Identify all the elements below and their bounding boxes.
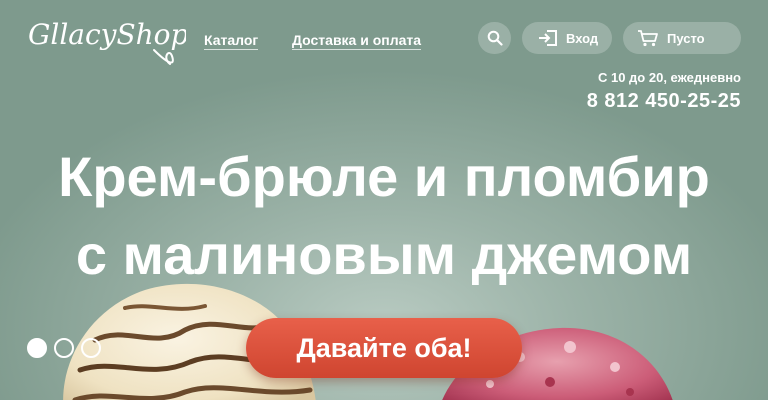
- login-icon: [538, 29, 558, 47]
- cart-icon: [637, 29, 659, 47]
- hero-title-line-1: Крем-брюле и пломбир: [58, 145, 710, 208]
- login-label: Вход: [566, 30, 599, 46]
- slider-dot-2[interactable]: [54, 338, 74, 358]
- nav-delivery-link[interactable]: Доставка и оплата: [292, 32, 422, 50]
- slider-dot-1[interactable]: [27, 338, 47, 358]
- logo[interactable]: GllacyShop: [26, 6, 186, 74]
- hero-title: Крем-брюле и пломбир с малиновым джемом: [0, 138, 768, 294]
- cart-button[interactable]: Пусто: [623, 22, 741, 54]
- slider-dot-3[interactable]: [81, 338, 101, 358]
- login-button[interactable]: Вход: [522, 22, 612, 54]
- working-hours: С 10 до 20, ежедневно: [597, 70, 741, 85]
- nav-catalog-link[interactable]: Каталог: [204, 32, 259, 50]
- cart-label: Пусто: [667, 30, 705, 46]
- cta-button[interactable]: Давайте оба!: [246, 318, 522, 378]
- page: GllacyShop Каталог Доставка и оплата Вхо…: [0, 0, 768, 400]
- logo-wordmark: GllacyShop: [28, 18, 186, 65]
- phone-number[interactable]: 8 812 450-25-25: [587, 90, 741, 113]
- search-button[interactable]: [478, 22, 511, 54]
- logo-text: GllacyShop: [28, 18, 186, 51]
- search-icon: [487, 30, 503, 46]
- slider-dots: [27, 338, 108, 358]
